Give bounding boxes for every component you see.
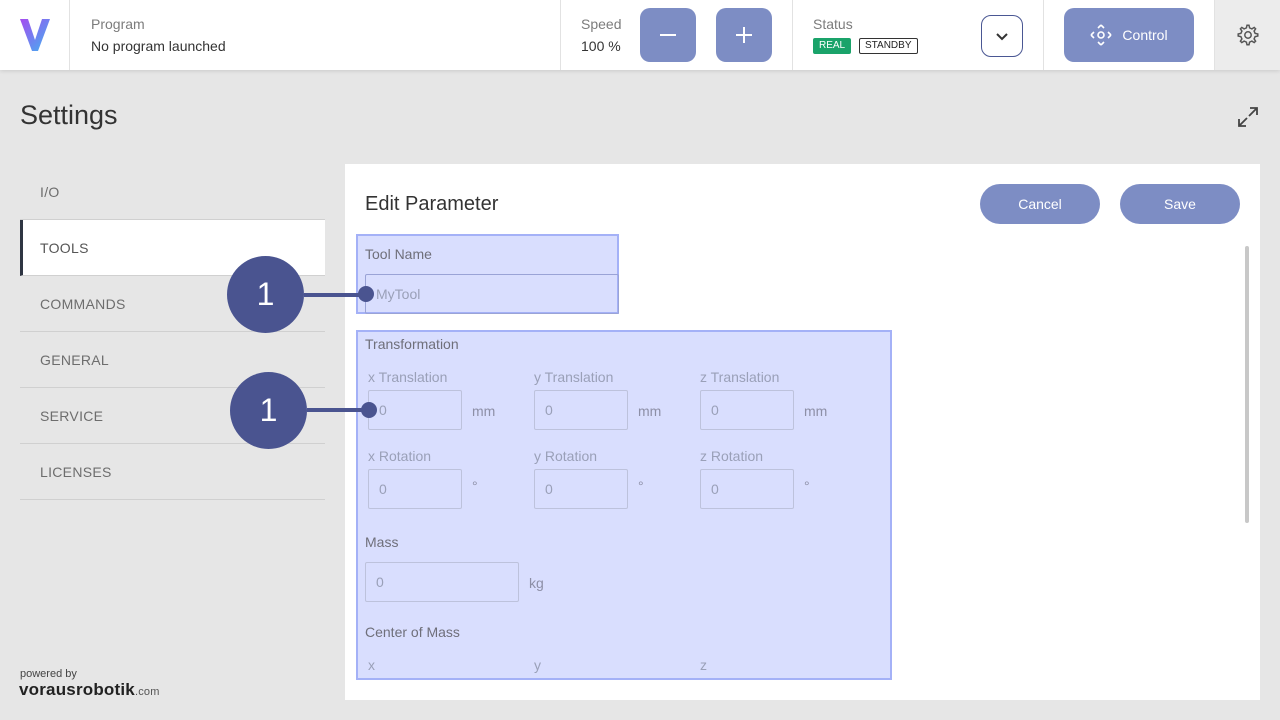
brand-logo: vorausrobotik.com <box>19 680 160 700</box>
y-translation-unit: mm <box>638 403 662 419</box>
program-segment: Program No program launched <box>70 0 561 70</box>
brand-name: vorausrobotik <box>19 680 135 699</box>
settings-sidebar: I/O TOOLS COMMANDS GENERAL SERVICE LICEN… <box>20 164 325 500</box>
tool-name-input[interactable]: MyTool <box>365 274 619 314</box>
status-expand-button[interactable] <box>981 15 1023 57</box>
z-translation-input[interactable]: 0 <box>700 390 794 430</box>
speed-value: 100 % <box>581 38 621 54</box>
z-rotation-input[interactable]: 0 <box>700 469 794 509</box>
fullscreen-icon[interactable] <box>1236 105 1260 129</box>
minus-icon <box>660 34 676 36</box>
y-rotation-label: y Rotation <box>534 448 598 464</box>
com-x-label: x <box>368 657 375 673</box>
panel-title: Edit Parameter <box>365 193 499 215</box>
sidebar-item-io[interactable]: I/O <box>20 164 325 220</box>
speed-increase-button[interactable] <box>716 8 772 62</box>
top-bar: Program No program launched Speed 100 % … <box>0 0 1280 70</box>
status-badge-real: REAL <box>813 38 852 54</box>
sidebar-item-licenses[interactable]: LICENSES <box>20 444 325 500</box>
program-label: Program <box>91 16 145 32</box>
powered-by-label: powered by <box>20 668 77 680</box>
page-title: Settings <box>20 100 118 130</box>
z-rotation-unit: ° <box>804 478 810 494</box>
control-button[interactable]: Control <box>1064 8 1194 62</box>
center-of-mass-label: Center of Mass <box>365 624 460 640</box>
y-rotation-unit: ° <box>638 478 644 494</box>
z-translation-unit: mm <box>804 403 828 419</box>
com-z-label: z <box>700 657 707 673</box>
panel-scrollbar[interactable] <box>1245 246 1249 523</box>
mass-unit: kg <box>529 575 544 591</box>
program-value: No program launched <box>91 38 226 54</box>
settings-button[interactable] <box>1214 0 1280 70</box>
status-badge-standby: STANDBY <box>859 38 918 54</box>
transformation-label: Transformation <box>365 336 459 352</box>
callout-number: 1 <box>230 372 307 449</box>
cancel-button[interactable]: Cancel <box>980 184 1100 224</box>
com-y-label: y <box>534 657 541 673</box>
gear-icon <box>1236 24 1259 46</box>
y-translation-input[interactable]: 0 <box>534 390 628 430</box>
speed-decrease-button[interactable] <box>640 8 696 62</box>
x-rotation-unit: ° <box>472 478 478 494</box>
mass-label: Mass <box>365 534 399 550</box>
z-rotation-label: z Rotation <box>700 448 764 464</box>
callout-number: 1 <box>227 256 304 333</box>
x-translation-label: x Translation <box>368 369 448 385</box>
y-rotation-input[interactable]: 0 <box>534 469 628 509</box>
control-label: Control <box>1122 27 1168 43</box>
edit-parameter-panel: Edit Parameter Cancel Save Tool Name MyT… <box>345 164 1260 700</box>
speed-label: Speed <box>581 16 622 32</box>
z-translation-label: z Translation <box>700 369 780 385</box>
save-button[interactable]: Save <box>1120 184 1240 224</box>
plus-icon <box>736 27 752 43</box>
mass-input[interactable]: 0 <box>365 562 519 602</box>
tool-name-label: Tool Name <box>365 246 432 262</box>
x-rotation-label: x Rotation <box>368 448 432 464</box>
brand-suffix: .com <box>134 686 160 698</box>
x-translation-unit: mm <box>472 403 496 419</box>
x-translation-input[interactable]: 0 <box>368 390 462 430</box>
y-translation-label: y Translation <box>534 369 614 385</box>
status-label: Status <box>813 16 853 32</box>
chevron-down-icon <box>996 33 1008 41</box>
move-icon <box>1090 24 1112 46</box>
voraus-logo <box>0 0 70 70</box>
x-rotation-input[interactable]: 0 <box>368 469 462 509</box>
